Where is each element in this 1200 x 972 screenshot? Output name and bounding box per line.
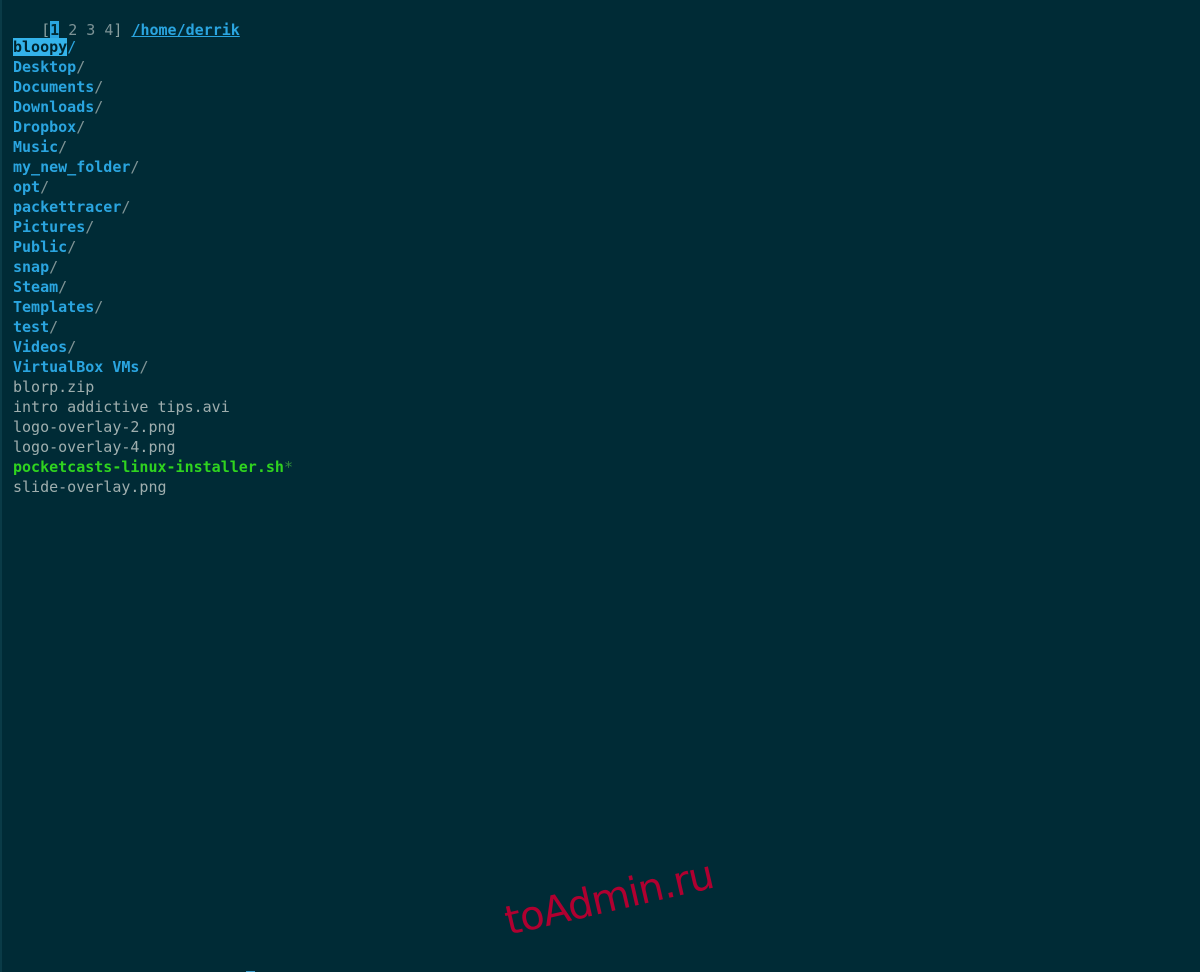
- file-type-indicator: /: [49, 258, 59, 276]
- file-type-indicator: /: [58, 138, 68, 156]
- file-list-row[interactable]: logo-overlay-2.png: [13, 417, 1200, 437]
- file-type-indicator: /: [49, 318, 59, 336]
- file-list-row[interactable]: Dropbox/: [13, 117, 1200, 137]
- file-name: Dropbox: [13, 118, 77, 136]
- file-type-indicator: /: [94, 298, 104, 316]
- file-type-indicator: /: [67, 38, 77, 56]
- file-type-indicator: /: [76, 58, 86, 76]
- file-type-indicator: /: [76, 118, 86, 136]
- file-name: snap: [13, 258, 50, 276]
- file-type-indicator: /: [94, 98, 104, 116]
- file-name: Public: [13, 238, 68, 256]
- file-list-row[interactable]: Templates/: [13, 297, 1200, 317]
- file-name: pocketcasts-linux-installer.sh: [13, 458, 284, 476]
- file-type-indicator: /: [121, 198, 131, 216]
- file-list-row[interactable]: VirtualBox VMs/: [13, 357, 1200, 377]
- file-type-indicator: /: [67, 338, 77, 356]
- file-name: logo-overlay-2.png: [13, 418, 176, 436]
- terminal-window: [1 2 3 4] /home/derrik bloopy/Desktop/Do…: [0, 0, 1200, 972]
- file-name: opt: [13, 178, 41, 196]
- file-name: test: [13, 318, 50, 336]
- file-name: Steam: [13, 278, 59, 296]
- file-name: Templates: [13, 298, 95, 316]
- file-list-row[interactable]: opt/: [13, 177, 1200, 197]
- watermark: toAdmin.ru: [500, 852, 718, 945]
- file-list-row[interactable]: Pictures/: [13, 217, 1200, 237]
- file-name: blorp.zip: [13, 378, 95, 396]
- file-list-row[interactable]: Music/: [13, 137, 1200, 157]
- new-folder-prompt[interactable]: [path/]name: new-folder: [0, 949, 255, 972]
- file-list-row[interactable]: logo-overlay-4.png: [13, 437, 1200, 457]
- file-name: my_new_folder: [13, 158, 131, 176]
- file-type-indicator: *: [283, 458, 293, 476]
- file-name: Downloads: [13, 98, 95, 116]
- file-list-row[interactable]: Downloads/: [13, 97, 1200, 117]
- context-bar: [1 2 3 4] /home/derrik: [0, 0, 240, 39]
- file-list-row[interactable]: pocketcasts-linux-installer.sh*: [13, 457, 1200, 477]
- file-list-row[interactable]: snap/: [13, 257, 1200, 277]
- file-type-indicator: /: [94, 78, 104, 96]
- file-name: Documents: [13, 78, 95, 96]
- file-type-indicator: /: [130, 158, 140, 176]
- file-type-indicator: /: [67, 238, 77, 256]
- file-list[interactable]: bloopy/Desktop/Documents/Downloads/Dropb…: [0, 37, 1200, 497]
- file-list-row[interactable]: Public/: [13, 237, 1200, 257]
- file-type-indicator: /: [40, 178, 50, 196]
- file-list-row[interactable]: my_new_folder/: [13, 157, 1200, 177]
- file-list-row[interactable]: intro addictive tips.avi: [13, 397, 1200, 417]
- file-name: bloopy: [13, 38, 68, 56]
- file-name: Pictures: [13, 218, 86, 236]
- file-type-indicator: /: [139, 358, 149, 376]
- file-name: VirtualBox VMs: [13, 358, 140, 376]
- file-list-row[interactable]: test/: [13, 317, 1200, 337]
- file-list-row[interactable]: Desktop/: [13, 57, 1200, 77]
- file-name: Music: [13, 138, 59, 156]
- file-name: Videos: [13, 338, 68, 356]
- file-list-row-selected[interactable]: bloopy/: [13, 37, 1200, 57]
- file-list-row[interactable]: Documents/: [13, 77, 1200, 97]
- file-list-row[interactable]: blorp.zip: [13, 377, 1200, 397]
- file-name: intro addictive tips.avi: [13, 398, 230, 416]
- file-name: slide-overlay.png: [13, 478, 167, 496]
- file-list-row[interactable]: Videos/: [13, 337, 1200, 357]
- file-list-row[interactable]: slide-overlay.png: [13, 477, 1200, 497]
- file-name: Desktop: [13, 58, 77, 76]
- file-name: packettracer: [13, 198, 122, 216]
- file-list-row[interactable]: Steam/: [13, 277, 1200, 297]
- file-type-indicator: /: [85, 218, 95, 236]
- file-type-indicator: /: [58, 278, 68, 296]
- file-name: logo-overlay-4.png: [13, 438, 176, 456]
- file-list-row[interactable]: packettracer/: [13, 197, 1200, 217]
